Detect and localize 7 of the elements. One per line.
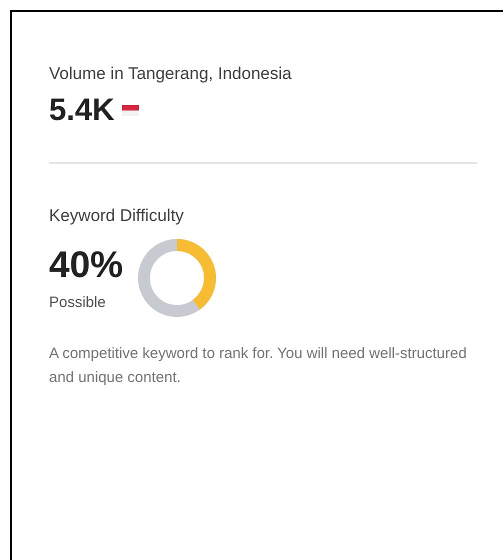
difficulty-value: 40% xyxy=(49,245,124,286)
volume-label: Volume in Tangerang, Indonesia xyxy=(49,64,293,84)
difficulty-description: A competitive keyword to rank for. You will need well-structured and unique content. xyxy=(49,344,468,388)
volume-value: 5.4K xyxy=(49,92,114,128)
flag-icon xyxy=(122,104,140,116)
difficulty-label: Keyword Difficulty xyxy=(49,206,185,226)
difficulty-rating: Possible xyxy=(49,294,107,311)
